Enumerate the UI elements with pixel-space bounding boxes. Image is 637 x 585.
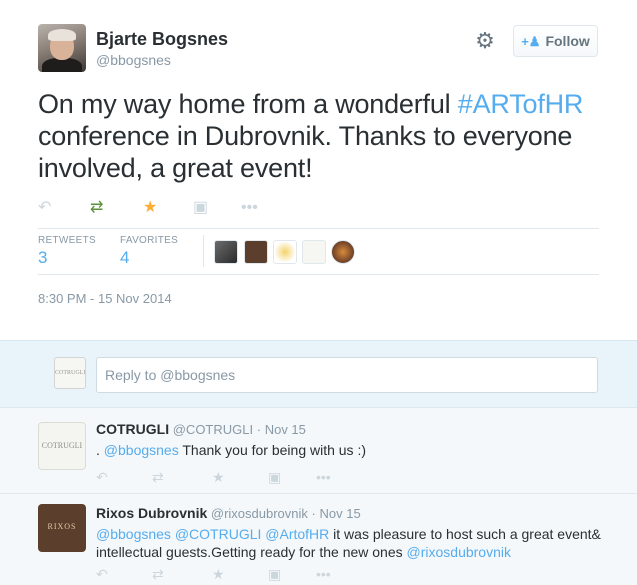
stats-divider-top	[38, 228, 599, 229]
star-icon[interactable]: ★	[143, 198, 157, 218]
pocket-icon[interactable]: ▣	[268, 566, 281, 582]
mention-link[interactable]: @rixosdubrovnik	[407, 544, 511, 560]
stats-separator	[203, 235, 204, 267]
reply-author-handle[interactable]: @rixosdubrovnik	[211, 506, 308, 521]
reply-tweet[interactable]: RIXOS Rixos Dubrovnik @rixosdubrovnik · …	[0, 494, 637, 585]
favoriter-avatar[interactable]	[214, 240, 238, 264]
pocket-icon[interactable]: ▣	[268, 469, 281, 485]
tweet-text-after: conference in Dubrovnik. Thanks to every…	[38, 121, 573, 183]
more-icon[interactable]: •••	[241, 198, 258, 218]
reply-avatar[interactable]: RIXOS	[38, 504, 86, 552]
reply-header: COTRUGLI @COTRUGLI · Nov 15	[96, 421, 306, 437]
reply-text: . @bbogsnes Thank you for being with us …	[96, 441, 616, 459]
author-handle[interactable]: @bbogsnes	[96, 52, 171, 68]
add-user-icon: +♟	[521, 33, 541, 49]
author-name[interactable]: Bjarte Bogsnes	[96, 29, 228, 50]
reply-avatar[interactable]: COTRUGLI	[38, 422, 86, 470]
star-icon[interactable]: ★	[212, 469, 225, 485]
favoriter-avatar[interactable]	[302, 240, 326, 264]
reply-text: @bbogsnes @COTRUGLI @ArtofHR it was plea…	[96, 525, 616, 561]
more-icon[interactable]: •••	[316, 566, 331, 582]
gear-icon[interactable]: ⚙	[474, 30, 496, 52]
retweet-icon[interactable]: ⇄	[90, 198, 103, 218]
follow-button[interactable]: +♟ Follow	[513, 25, 598, 57]
reply-dot: ·	[311, 506, 316, 521]
favoriter-avatar[interactable]	[331, 240, 355, 264]
favoriter-avatar[interactable]	[244, 240, 268, 264]
retweets-count[interactable]: 3	[38, 248, 47, 268]
reply-author-name[interactable]: Rixos Dubrovnik	[96, 505, 207, 521]
reply-prefix: .	[96, 442, 104, 458]
reply-icon[interactable]: ↶	[96, 469, 108, 485]
reply-icon[interactable]: ↶	[96, 566, 108, 582]
stats-divider-bottom	[38, 274, 599, 275]
tweet-detail: Bjarte Bogsnes @bbogsnes ⚙ +♟ Follow On m…	[0, 0, 637, 340]
avatar-suit	[42, 58, 82, 72]
retweet-icon[interactable]: ⇄	[152, 566, 164, 582]
pocket-icon[interactable]: ▣	[193, 198, 208, 218]
favorites-label: FAVORITES	[120, 235, 179, 246]
retweet-icon[interactable]: ⇄	[152, 469, 164, 485]
hashtag-link[interactable]: #ARTofHR	[458, 89, 584, 119]
favoriter-avatar[interactable]	[273, 240, 297, 264]
retweets-label: RETWEETS	[38, 235, 96, 246]
mention-link[interactable]: @ArtofHR	[265, 526, 329, 542]
reply-time[interactable]: Nov 15	[319, 506, 360, 521]
author-avatar[interactable]	[38, 24, 86, 72]
tweet-timestamp[interactable]: 8:30 PM - 15 Nov 2014	[38, 291, 172, 306]
reply-dot: ·	[256, 422, 262, 437]
mention-link[interactable]: @bbogsnes	[96, 526, 171, 542]
tweet-text: On my way home from a wonderful #ARTofHR…	[38, 88, 618, 184]
current-user-avatar: COTRUGLI	[54, 357, 86, 389]
avatar-hair	[48, 29, 76, 41]
reply-icon[interactable]: ↶	[38, 198, 51, 218]
reply-time[interactable]: Nov 15	[265, 422, 306, 437]
tweet-text-before: On my way home from a wonderful	[38, 89, 458, 119]
favorites-count[interactable]: 4	[120, 248, 129, 268]
reply-body: Thank you for being with us :)	[178, 442, 367, 458]
reply-header: Rixos Dubrovnik @rixosdubrovnik · Nov 15	[96, 505, 361, 521]
mention-link[interactable]: @COTRUGLI	[175, 526, 262, 542]
reply-compose: COTRUGLI	[0, 340, 637, 408]
reply-input[interactable]	[96, 357, 598, 393]
reply-author-name[interactable]: COTRUGLI	[96, 421, 169, 437]
star-icon[interactable]: ★	[212, 566, 225, 582]
more-icon[interactable]: •••	[316, 469, 331, 485]
reply-tweet[interactable]: COTRUGLI COTRUGLI @COTRUGLI · Nov 15 . @…	[0, 408, 637, 494]
mention-link[interactable]: @bbogsnes	[104, 442, 179, 458]
reply-author-handle[interactable]: @COTRUGLI	[173, 422, 253, 437]
follow-label: Follow	[545, 32, 590, 49]
reply-body: it was pleasure to host such a great eve…	[96, 526, 601, 560]
